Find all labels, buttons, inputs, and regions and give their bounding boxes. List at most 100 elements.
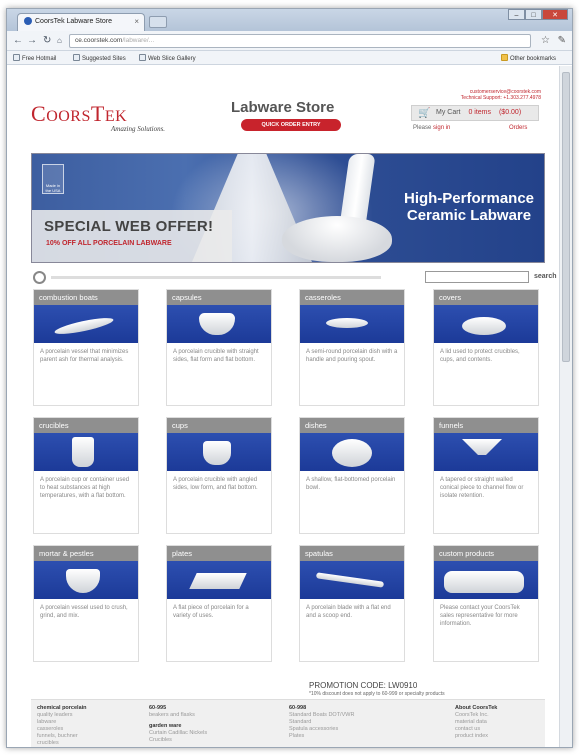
footer-link[interactable]: Spatula accessories bbox=[289, 726, 354, 733]
category-image[interactable] bbox=[300, 561, 404, 599]
category-card[interactable]: dishes A shallow, flat-bottomed porcelain… bbox=[299, 417, 405, 534]
category-image[interactable] bbox=[34, 433, 138, 471]
footer-link[interactable]: Crucibles bbox=[149, 737, 207, 744]
cart-total: ($0.00) bbox=[498, 109, 522, 116]
search-button[interactable]: search bbox=[534, 273, 557, 280]
maximize-button[interactable]: □ bbox=[525, 9, 542, 20]
category-card[interactable]: cups A porcelain crucible with angled sid… bbox=[166, 417, 272, 534]
category-title[interactable]: capsules bbox=[167, 290, 271, 305]
category-title[interactable]: cups bbox=[167, 418, 271, 433]
cart-box[interactable]: 🛒 My Cart 0 items ($0.00) bbox=[411, 105, 539, 121]
category-image[interactable] bbox=[167, 305, 271, 343]
made-in-usa-badge: Made in the USA bbox=[42, 164, 64, 194]
category-image[interactable] bbox=[434, 433, 538, 471]
product-photo bbox=[315, 572, 385, 588]
footer-link[interactable]: labware bbox=[37, 719, 87, 726]
category-title[interactable]: covers bbox=[434, 290, 538, 305]
store-title: Labware Store bbox=[231, 99, 335, 116]
footer-heading: About CoorsTek bbox=[455, 705, 498, 711]
category-image[interactable] bbox=[167, 433, 271, 471]
footer-link[interactable]: casseroles bbox=[37, 726, 87, 733]
footer-link[interactable]: Curtain Cadillac Nickels bbox=[149, 730, 207, 737]
footer-link[interactable]: Plates bbox=[289, 733, 354, 740]
category-image[interactable] bbox=[34, 561, 138, 599]
category-image[interactable] bbox=[34, 305, 138, 343]
footer-link[interactable]: crucibles bbox=[37, 740, 87, 747]
footer-link[interactable]: Standard Boats DOT/VWR bbox=[289, 712, 354, 719]
cart-items: 0 items bbox=[468, 109, 492, 116]
category-card[interactable]: casseroles A semi-round porcelain dish wi… bbox=[299, 289, 405, 406]
category-title[interactable]: combustion boats bbox=[34, 290, 138, 305]
promo-banner[interactable]: Made in the USA SPECIAL WEB OFFER! 10% O… bbox=[31, 153, 545, 263]
new-tab-button[interactable] bbox=[149, 16, 167, 28]
footer-link[interactable]: contact us bbox=[455, 726, 497, 733]
category-description: A tapered or straight walled conical pie… bbox=[440, 477, 524, 499]
wrench-icon[interactable]: ✎ bbox=[558, 35, 566, 46]
bookmark-item[interactable]: Free Hotmail bbox=[13, 54, 56, 62]
back-arrow-icon[interactable]: ← bbox=[13, 35, 23, 47]
category-title[interactable]: crucibles bbox=[34, 418, 138, 433]
footer-column: chemical porcelain quality leaders labwa… bbox=[37, 705, 87, 747]
category-card[interactable]: crucibles A porcelain cup or container us… bbox=[33, 417, 139, 534]
bookmark-item[interactable]: Web Slice Gallery bbox=[139, 54, 196, 62]
category-title[interactable]: casseroles bbox=[300, 290, 404, 305]
category-card[interactable]: plates A flat piece of porcelain for a va… bbox=[166, 545, 272, 662]
footer-link[interactable]: product index bbox=[455, 733, 497, 740]
category-title[interactable]: mortar & pestles bbox=[34, 546, 138, 561]
browser-tab[interactable]: CoorsTek Labware Store × bbox=[17, 13, 145, 31]
scrollbar-thumb[interactable] bbox=[562, 72, 570, 362]
footer-link[interactable]: material data bbox=[455, 719, 497, 726]
category-title[interactable]: dishes bbox=[300, 418, 404, 433]
category-title[interactable]: spatulas bbox=[300, 546, 404, 561]
footer-link[interactable]: CoorsTek Inc. bbox=[455, 712, 497, 719]
footer-link[interactable]: funnels, buchner bbox=[37, 733, 87, 740]
quick-order-button[interactable]: QUICK ORDER ENTRY bbox=[241, 119, 341, 131]
vertical-scrollbar[interactable] bbox=[559, 66, 572, 747]
category-card[interactable]: capsules A porcelain crucible with straig… bbox=[166, 289, 272, 406]
category-card[interactable]: combustion boats A porcelain vessel that … bbox=[33, 289, 139, 406]
coorstek-logo[interactable]: COORSTEK bbox=[31, 101, 127, 127]
footer-heading: 60-995 bbox=[149, 705, 167, 711]
category-card[interactable]: funnels A tapered or straight walled coni… bbox=[433, 417, 539, 534]
category-description: Please contact your CoorsTek sales repre… bbox=[440, 605, 520, 627]
category-description: A porcelain vessel used to crush, grind,… bbox=[40, 605, 128, 619]
bookmark-star-icon[interactable]: ☆ bbox=[541, 35, 550, 46]
forward-arrow-icon[interactable]: → bbox=[27, 35, 37, 47]
category-image[interactable] bbox=[434, 305, 538, 343]
bookmarks-bar: Free Hotmail Suggested Sites Web Slice G… bbox=[7, 51, 572, 65]
category-card[interactable]: custom products Please contact your Coors… bbox=[433, 545, 539, 662]
category-image[interactable] bbox=[167, 561, 271, 599]
category-image[interactable] bbox=[434, 561, 538, 599]
offer-title: SPECIAL WEB OFFER! bbox=[44, 218, 214, 235]
orders-link[interactable]: Orders bbox=[509, 125, 527, 131]
close-window-button[interactable]: ✕ bbox=[542, 9, 568, 20]
category-card[interactable]: spatulas A porcelain blade with a flat en… bbox=[299, 545, 405, 662]
footer-link[interactable]: Standard bbox=[289, 719, 354, 726]
category-description: A porcelain cup or container used to hea… bbox=[40, 477, 130, 499]
category-image[interactable] bbox=[300, 305, 404, 343]
category-title[interactable]: funnels bbox=[434, 418, 538, 433]
page-icon bbox=[139, 54, 146, 61]
category-image[interactable] bbox=[300, 433, 404, 471]
divider bbox=[51, 276, 381, 279]
search-input[interactable] bbox=[425, 271, 529, 283]
address-bar[interactable]: ce.coorstek.com/labware/... bbox=[69, 34, 531, 48]
reload-icon[interactable]: ↻ bbox=[43, 35, 51, 47]
category-card[interactable]: covers A lid used to protect crucibles, c… bbox=[433, 289, 539, 406]
footer-link[interactable]: quality leaders bbox=[37, 712, 87, 719]
category-description: A semi-round porcelain dish with a handl… bbox=[306, 349, 398, 363]
category-title[interactable]: plates bbox=[167, 546, 271, 561]
bookmark-item[interactable]: Suggested Sites bbox=[73, 54, 126, 62]
product-photo bbox=[444, 571, 524, 593]
banner-bowl-image bbox=[282, 216, 392, 262]
category-title[interactable]: custom products bbox=[434, 546, 538, 561]
category-card[interactable]: mortar & pestles A porcelain vessel used … bbox=[33, 545, 139, 662]
promotion-note: *10% discount does not apply to 60-999 o… bbox=[309, 691, 445, 697]
signin-link[interactable]: sign in bbox=[433, 125, 450, 131]
footer-link[interactable]: beakers and flasks bbox=[149, 712, 207, 719]
tab-close-icon[interactable]: × bbox=[134, 17, 139, 26]
home-icon[interactable]: ⌂ bbox=[57, 35, 62, 47]
minimize-button[interactable]: – bbox=[508, 9, 525, 20]
other-bookmarks[interactable]: Other bookmarks bbox=[500, 54, 556, 62]
page-icon bbox=[13, 54, 20, 61]
